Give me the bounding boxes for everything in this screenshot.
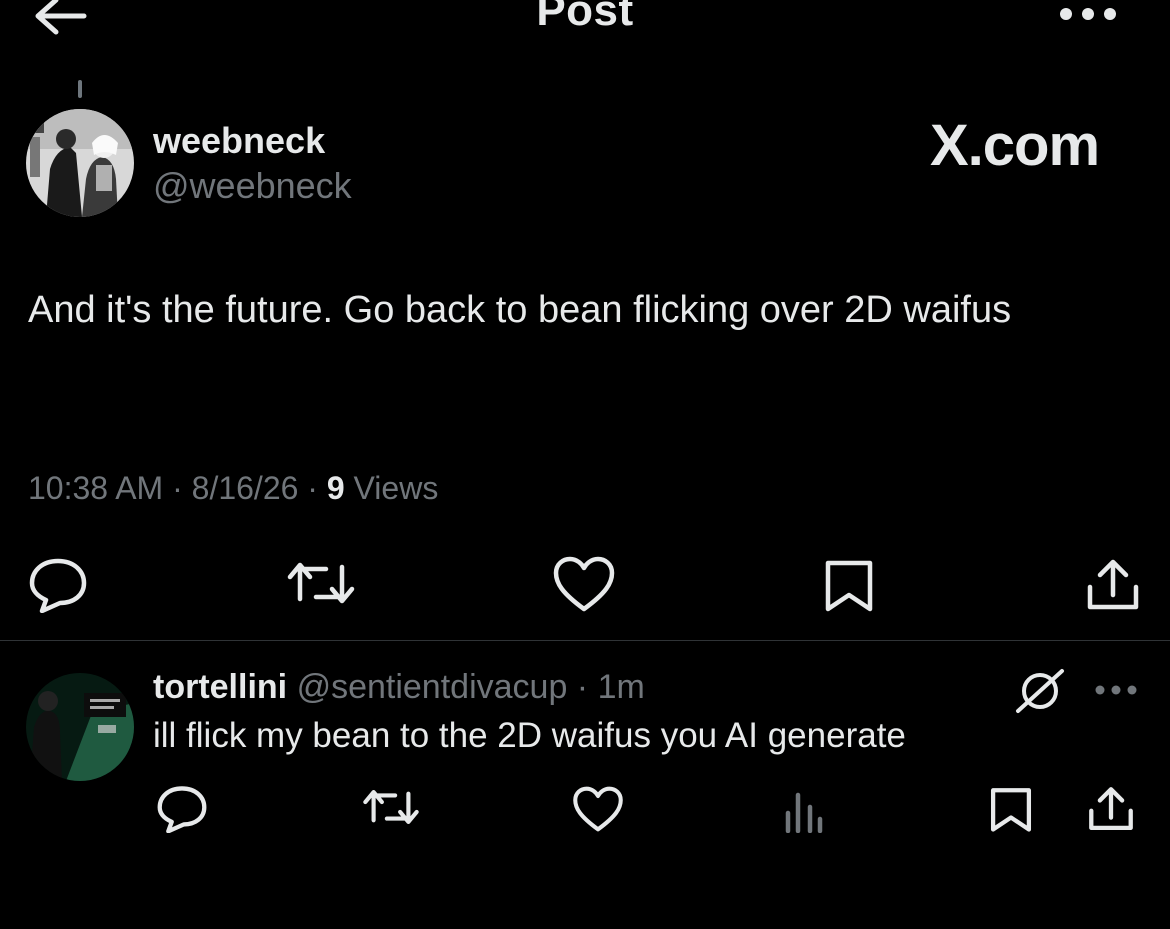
share-button[interactable] [1084,557,1142,618]
reply-avatar[interactable] [26,673,134,781]
reply-text: ill flick my bean to the 2D waifus you A… [153,716,906,755]
post-date[interactable]: 8/16/26 [192,470,299,506]
reply-bookmark-button[interactable] [988,785,1034,838]
like-button[interactable] [552,555,616,618]
reply-reply-button[interactable] [156,785,208,838]
reply-icon [29,558,87,614]
like-icon [553,556,615,612]
page-title: Post [536,0,634,35]
watermark-logo: X.com [930,113,1100,178]
views-label: Views [353,470,439,506]
divider [0,640,1170,641]
separator-dot: · [163,470,192,506]
views-count[interactable]: 9 [327,470,345,506]
reply-like-button[interactable] [572,785,624,838]
avatar-image [26,673,134,781]
thread-connector-line [78,80,82,98]
post-metadata: 10:38 AM · 8/16/26 · 9 Views [28,470,438,507]
avatar[interactable] [26,109,134,217]
separator-dot: · [298,470,327,506]
reply-repost-button[interactable] [362,785,420,834]
bookmark-button[interactable] [822,557,876,618]
avatar-image [26,109,134,217]
views-icon [785,792,823,834]
share-icon [1087,559,1139,610]
repost-button[interactable] [286,557,356,614]
reply-share-button[interactable] [1086,785,1136,838]
more-options-button[interactable] [1058,6,1118,22]
reply-time[interactable]: 1m [598,668,645,706]
post-time[interactable]: 10:38 AM [28,470,163,506]
bookmark-icon [990,788,1032,832]
reply-button[interactable] [28,557,88,618]
share-icon [1089,787,1133,830]
retweet-icon [363,790,419,824]
reply-views-button[interactable] [782,787,826,838]
author-handle[interactable]: @weebneck [153,165,352,207]
like-icon [573,786,623,832]
more-horizontal-icon [1060,8,1116,20]
reply-more-options-button[interactable] [1094,683,1138,701]
author-display-name[interactable]: weebneck [153,120,325,162]
retweet-icon [287,562,355,604]
post-text: And it's the future. Go back to bean fli… [28,289,1012,331]
grok-button[interactable] [1014,667,1066,720]
separator-dot: · [567,668,598,706]
reply-display-name[interactable]: tortellini [153,668,287,706]
reply-handle[interactable]: @sentientdivacup [297,668,568,706]
grok-icon [1016,669,1064,713]
bookmark-icon [825,560,873,612]
more-horizontal-icon [1095,685,1137,695]
reply-header: tortellini @sentientdivacup · 1m [153,668,645,707]
reply-icon [157,786,207,834]
